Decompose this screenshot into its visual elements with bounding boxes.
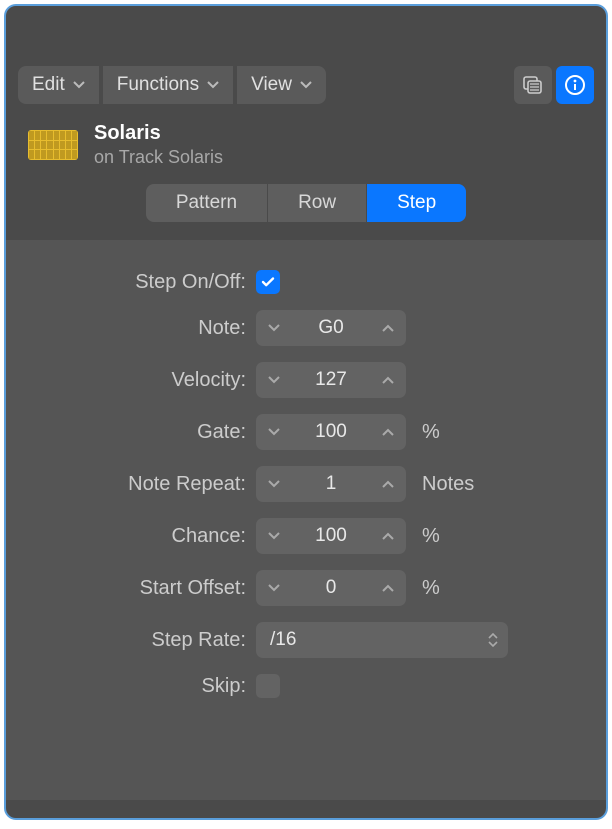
row-step-on-off: Step On/Off: [36, 270, 576, 294]
start-offset-decrement[interactable] [256, 570, 292, 606]
row-skip: Skip: [36, 674, 576, 698]
pattern-icon [28, 130, 78, 160]
row-note: Note: G0 [36, 310, 576, 346]
row-gate: Gate: 100 % [36, 414, 576, 450]
label-velocity: Velocity: [36, 369, 246, 392]
stepper-gate[interactable]: 100 [256, 414, 406, 450]
functions-menu[interactable]: Functions [103, 66, 233, 104]
note-decrement[interactable] [256, 310, 292, 346]
region-subtitle: on Track Solaris [94, 147, 223, 168]
chance-increment[interactable] [370, 518, 406, 554]
region-title: Solaris [94, 122, 223, 145]
tab-step[interactable]: Step [367, 184, 466, 222]
tab-row[interactable]: Row [268, 184, 367, 222]
gate-suffix: % [422, 421, 440, 444]
gate-decrement[interactable] [256, 414, 292, 450]
start-offset-value[interactable]: 0 [292, 577, 370, 599]
note-repeat-suffix: Notes [422, 473, 474, 496]
select-step-rate[interactable]: /16 [256, 622, 508, 658]
velocity-decrement[interactable] [256, 362, 292, 398]
segment-control-row: Pattern Row Step [6, 174, 606, 240]
stepper-chance[interactable]: 100 [256, 518, 406, 554]
row-start-offset: Start Offset: 0 % [36, 570, 576, 606]
label-gate: Gate: [36, 421, 246, 444]
label-chance: Chance: [36, 525, 246, 548]
chance-suffix: % [422, 525, 440, 548]
segment-control: Pattern Row Step [146, 184, 466, 222]
view-menu[interactable]: View [237, 66, 326, 104]
row-step-rate: Step Rate: /16 [36, 622, 576, 658]
stepper-start-offset[interactable]: 0 [256, 570, 406, 606]
inspector-panel: Edit Functions View [4, 4, 608, 820]
start-offset-increment[interactable] [370, 570, 406, 606]
checkbox-step-on-off[interactable] [256, 270, 280, 294]
label-note: Note: [36, 317, 246, 340]
list-icon-button[interactable] [514, 66, 552, 104]
edit-menu-label: Edit [32, 74, 65, 96]
gate-increment[interactable] [370, 414, 406, 450]
row-chance: Chance: 100 % [36, 518, 576, 554]
label-step-on-off: Step On/Off: [36, 271, 246, 294]
note-repeat-increment[interactable] [370, 466, 406, 502]
note-increment[interactable] [370, 310, 406, 346]
stepper-note-repeat[interactable]: 1 [256, 466, 406, 502]
stepper-velocity[interactable]: 127 [256, 362, 406, 398]
velocity-increment[interactable] [370, 362, 406, 398]
label-step-rate: Step Rate: [36, 629, 246, 652]
checkbox-skip[interactable] [256, 674, 280, 698]
note-repeat-value[interactable]: 1 [292, 473, 370, 495]
content-area: Step On/Off: Note: G0 Velocity: [6, 240, 606, 800]
chevron-down-icon [73, 81, 85, 89]
info-icon-button[interactable] [556, 66, 594, 104]
gate-value[interactable]: 100 [292, 421, 370, 443]
header: Solaris on Track Solaris [6, 104, 606, 174]
tab-pattern[interactable]: Pattern [146, 184, 268, 222]
stepper-note[interactable]: G0 [256, 310, 406, 346]
chevron-down-icon [300, 81, 312, 89]
note-repeat-decrement[interactable] [256, 466, 292, 502]
label-skip: Skip: [36, 675, 246, 698]
toolbar: Edit Functions View [6, 56, 606, 104]
chance-value[interactable]: 100 [292, 525, 370, 547]
updown-icon [488, 633, 498, 647]
chevron-down-icon [207, 81, 219, 89]
step-rate-value: /16 [270, 629, 296, 651]
note-value[interactable]: G0 [292, 317, 370, 339]
chance-decrement[interactable] [256, 518, 292, 554]
label-start-offset: Start Offset: [36, 577, 246, 600]
label-note-repeat: Note Repeat: [36, 473, 246, 496]
row-note-repeat: Note Repeat: 1 Notes [36, 466, 576, 502]
row-velocity: Velocity: 127 [36, 362, 576, 398]
start-offset-suffix: % [422, 577, 440, 600]
velocity-value[interactable]: 127 [292, 369, 370, 391]
functions-menu-label: Functions [117, 74, 199, 96]
view-menu-label: View [251, 74, 292, 96]
edit-menu[interactable]: Edit [18, 66, 99, 104]
header-text: Solaris on Track Solaris [94, 122, 223, 168]
